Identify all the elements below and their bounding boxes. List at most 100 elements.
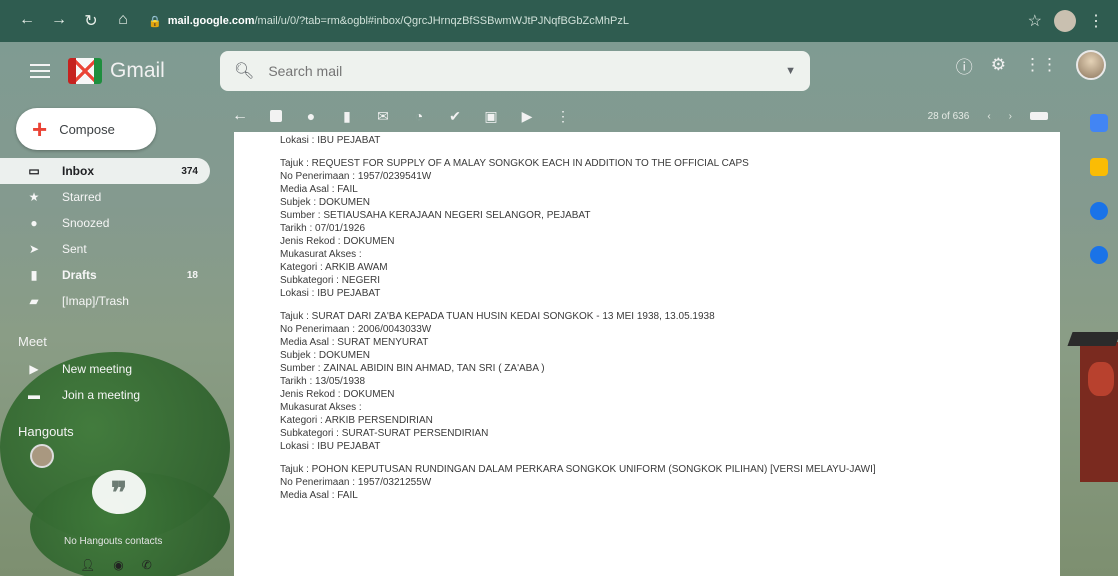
keep-icon[interactable]: [1090, 158, 1108, 176]
sidebar: + Compose ▭ Inbox 374 ★ Starred ● Snooze…: [0, 100, 220, 576]
pagination: 28 of 636 ‹ ›: [928, 111, 1080, 122]
mailbox-nav: ▭ Inbox 374 ★ Starred ● Snoozed ➤ Sent ▮…: [0, 158, 210, 314]
main-menu-icon[interactable]: [30, 64, 50, 78]
record-line: Lokasi : IBU PEJABAT: [280, 441, 381, 452]
video-camera-icon: ▶: [29, 362, 39, 376]
lead-line: Lokasi : IBU PEJABAT: [280, 135, 381, 146]
browser-toolbar: ← → ↻ ⌂ 🔒 mail.google.com /mail/u/0/?tab…: [0, 0, 1118, 42]
archive-icon[interactable]: [270, 110, 282, 122]
compose-button[interactable]: + Compose: [16, 108, 156, 150]
mark-unread-icon[interactable]: ✉: [376, 108, 390, 125]
sidebar-item-label: Snoozed: [62, 216, 110, 230]
record-line: No Penerimaan : 2006/0043033W: [280, 324, 432, 335]
record-line: Mukasurat Akses :: [280, 402, 362, 413]
record-line: Lokasi : IBU PEJABAT: [280, 288, 381, 299]
extension-avatar-icon[interactable]: [1054, 10, 1076, 32]
account-avatar[interactable]: [1076, 50, 1106, 80]
label-icon: ▰: [29, 294, 39, 308]
bookmark-star-icon[interactable]: ☆: [1028, 11, 1042, 31]
hangouts-user-avatar[interactable]: [30, 444, 54, 468]
record-line: Media Asal : FAIL: [280, 184, 358, 195]
older-chevron-icon[interactable]: ›: [1009, 111, 1012, 122]
person-icon[interactable]: 👤︎: [80, 558, 95, 572]
search-options-icon[interactable]: ▼: [785, 65, 796, 77]
move-to-icon[interactable]: ▣: [484, 108, 498, 125]
message-toolbar: ← ● ▮ ✉ ◔ ✔ ▣ ▶ ⋮ 28 of 636 ‹ ›: [220, 100, 1080, 132]
record-line: Sumber : ZAINAL ABIDIN BIN AHMAD, TAN SR…: [280, 363, 545, 374]
keyboard-icon: ▬: [28, 388, 40, 402]
gmail-logo[interactable]: Gmail: [68, 58, 165, 84]
record-line: No Penerimaan : 1957/0239541W: [280, 171, 432, 182]
archive-record: Tajuk : POHON KEPUTUSAN RUNDINGAN DALAM …: [280, 463, 1060, 502]
sidebar-item-sent[interactable]: ➤ Sent: [0, 236, 210, 262]
calendar-icon[interactable]: [1090, 114, 1108, 132]
newer-chevron-icon[interactable]: ‹: [987, 111, 990, 122]
record-line: Kategori : ARKIB AWAM: [280, 262, 388, 273]
hangouts-heading: Hangouts: [18, 424, 74, 439]
browser-menu-icon[interactable]: ⋮: [1088, 11, 1104, 31]
phone-icon[interactable]: ✆: [142, 558, 152, 572]
back-arrow-icon[interactable]: ←: [18, 11, 36, 31]
sidebar-item-label: Drafts: [62, 268, 97, 282]
sidebar-item-label: [Imap]/Trash: [62, 294, 129, 308]
record-line: Tajuk : REQUEST FOR SUPPLY OF A MALAY SO…: [280, 158, 749, 169]
snooze-icon[interactable]: ◔: [412, 108, 426, 124]
record-line: Media Asal : SURAT MENYURAT: [280, 337, 429, 348]
record-line: Mukasurat Akses :: [280, 249, 362, 260]
add-to-tasks-icon[interactable]: ✔: [448, 108, 462, 125]
record-line: Tarikh : 13/05/1938: [280, 376, 366, 387]
draft-icon: ▮: [30, 268, 38, 282]
report-spam-icon[interactable]: ●: [304, 108, 318, 124]
compose-label: Compose: [59, 121, 115, 137]
back-to-inbox-icon[interactable]: ←: [232, 107, 248, 125]
input-tools-icon[interactable]: [1030, 112, 1048, 120]
record-line: Jenis Rekod : DOKUMEN: [280, 236, 395, 247]
clock-icon: ●: [30, 216, 38, 230]
gmail-m-icon: [68, 58, 102, 84]
gmail-wordmark: Gmail: [110, 59, 165, 82]
help-icon[interactable]: ⓘ: [956, 53, 973, 78]
settings-gear-icon[interactable]: ⚙: [991, 55, 1006, 75]
sidebar-item-starred[interactable]: ★ Starred: [0, 184, 210, 210]
url-host: mail.google.com: [167, 15, 255, 27]
search-icon[interactable]: 🔍︎: [234, 61, 254, 81]
tasks-icon[interactable]: [1090, 202, 1108, 220]
search-input[interactable]: [268, 63, 749, 79]
record-line: Subkategori : SURAT-SURAT PERSENDIRIAN: [280, 428, 489, 439]
record-line: Subkategori : NEGERI: [280, 275, 381, 286]
sidebar-item-label: Inbox: [62, 164, 94, 178]
sidebar-item-trash[interactable]: ▰ [Imap]/Trash: [0, 288, 210, 314]
label-as-icon[interactable]: ▶: [520, 108, 534, 125]
message-panel: Lokasi : IBU PEJABAT Tajuk : REQUEST FOR…: [234, 132, 1060, 576]
sidebar-item-snoozed[interactable]: ● Snoozed: [0, 210, 210, 236]
record-line: Tajuk : SURAT DARI ZA'BA KEPADA TUAN HUS…: [280, 311, 715, 322]
join-meeting-label: Join a meeting: [62, 388, 141, 402]
more-options-icon[interactable]: ⋮: [556, 108, 570, 125]
star-icon: ★: [28, 190, 40, 204]
plus-icon: +: [32, 114, 48, 144]
search-bar[interactable]: 🔍︎ ▼: [220, 51, 810, 91]
chat-bubble-icon[interactable]: ◉: [113, 558, 123, 572]
archive-record: Tajuk : SURAT DARI ZA'BA KEPADA TUAN HUS…: [280, 310, 1060, 453]
lock-icon: 🔒: [148, 15, 162, 28]
sidebar-item-drafts[interactable]: ▮ Drafts 18: [0, 262, 210, 288]
record-line: Tajuk : POHON KEPUTUSAN RUNDINGAN DALAM …: [280, 464, 876, 475]
record-line: Subjek : DOKUMEN: [280, 350, 371, 361]
send-icon: ➤: [28, 242, 40, 256]
reload-icon[interactable]: ↻: [82, 11, 100, 31]
address-bar[interactable]: 🔒 mail.google.com /mail/u/0/?tab=rm&ogbl…: [148, 15, 629, 28]
unread-count: 374: [181, 165, 198, 177]
url-path: /mail/u/0/?tab=rm&ogbl#inbox/QgrcJHrnqzB…: [254, 15, 629, 27]
home-icon[interactable]: ⌂: [114, 11, 132, 31]
contacts-icon[interactable]: [1090, 246, 1108, 264]
record-line: Subjek : DOKUMEN: [280, 197, 371, 208]
delete-icon[interactable]: ▮: [340, 108, 354, 125]
sidebar-item-inbox[interactable]: ▭ Inbox 374: [0, 158, 210, 184]
forward-arrow-icon[interactable]: →: [50, 11, 68, 31]
apps-grid-icon[interactable]: ⋮⋮: [1024, 55, 1058, 75]
meet-heading: Meet: [18, 334, 47, 349]
sidebar-item-label: Sent: [62, 242, 87, 256]
join-meeting-link[interactable]: ▬ Join a meeting: [0, 382, 210, 408]
hangouts-quote-icon: ❞: [92, 470, 146, 514]
new-meeting-link[interactable]: ▶ New meeting: [0, 356, 210, 382]
